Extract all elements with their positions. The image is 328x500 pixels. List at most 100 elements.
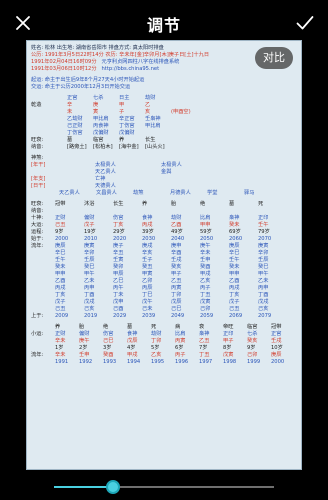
liunian-row-cell: 戊寅 — [200, 299, 211, 305]
compare-button[interactable]: 对比 — [255, 47, 293, 69]
luck-nayin-row: 纳音: — [31, 208, 297, 215]
liunian-row-cell: 己未 — [142, 306, 153, 312]
xiaoyun-age-row: 1岁 2岁 3岁 4岁 5岁 6岁 7岁 8岁 9岁 10岁 — [31, 345, 297, 352]
luck-age-row: 运程: 9岁 19岁 29岁 39岁 49岁 59岁 69岁 79岁 — [31, 229, 297, 236]
liunian-row-cell: 丁亥 — [55, 292, 66, 298]
liunian2-gz-row-cell: 甲戌 — [127, 352, 138, 358]
liunian-row-cell: 癸卯 — [113, 264, 124, 270]
liunian-row-cell: 辛卯 — [84, 250, 95, 256]
slider-thumb[interactable] — [106, 480, 121, 494]
gan-cell: 辛 — [67, 102, 73, 108]
qiyun-line: 起运: 命主于出生后9年8个月27天4小时开始起运 — [31, 77, 145, 83]
xiaoyun-gz-row-cell: 庚午 — [79, 338, 90, 344]
shishen-row-cell: 日主 — [119, 95, 130, 101]
liunian2-year-row-cell: 1996 — [175, 359, 189, 365]
liunian2-gz-row-cell: 乙亥 — [151, 352, 162, 358]
liunian-row-cell: 乙卯 — [142, 278, 153, 284]
liunian-row-cell: 丙戌 — [229, 285, 240, 291]
liunian-row-cell: 丁丑 — [200, 292, 211, 298]
xiaoyun-ss-row-cell: 伤官 — [103, 331, 114, 337]
liunian-row-cell: 甲午 — [258, 271, 269, 277]
luck-shishen-row-cell: 比肩 — [200, 215, 211, 221]
luck-age-row-cell: 19岁 — [84, 229, 96, 235]
image-preview[interactable]: 姓名: 松林 出生地: 湖南省岳阳市 排盘方式: 真太阳时排盘 公历: 1991… — [26, 40, 302, 470]
adjust-slider[interactable] — [54, 480, 274, 494]
zhi-cell: 寅 — [93, 109, 99, 115]
luck-wangshuai-row-cell: 绝 — [200, 201, 206, 207]
liunian-row-cell: 癸未 — [229, 264, 240, 270]
liunian2-year-row-cell: 1999 — [247, 359, 261, 365]
zhi-row: 未 寅 子 亥 (申酉空) — [31, 109, 297, 116]
liunian-row-cell: 辛巳 — [55, 250, 66, 256]
liunian-row-cell: 癸丑 — [142, 264, 153, 270]
luck-shishen-row-cell: 食神 — [142, 215, 153, 221]
xiaoyun-ws-row-cell: 帝旺 — [223, 324, 234, 330]
qiankun-label: 乾造 — [31, 102, 42, 108]
gan-cell: 庚 — [93, 102, 99, 108]
xiaoyun-gz-row-cell: 戊辰 — [127, 338, 138, 344]
luck-shishen-row-cell: 劫财 — [171, 215, 182, 221]
liunian2-gz-row-cell: 壬申 — [79, 352, 90, 358]
luck-start-row-cell: 2010 — [84, 236, 98, 242]
luck-dayun-row-cell: 丙戌 — [142, 222, 153, 228]
luck-start-row-label: 始于: — [31, 236, 44, 242]
xiaoyun-gz-row-cell: 癸亥 — [247, 338, 258, 344]
xiaoyun-age-row-cell: 10岁 — [271, 345, 283, 351]
luck-end-row-cell: 2009 — [55, 313, 69, 319]
luck-wangshuai-row-cell: 胎 — [171, 201, 177, 207]
xiaoyun-ss-row-cell: 七杀 — [247, 331, 258, 337]
gan-cell: 乙 — [145, 102, 151, 108]
xiaoyun-ws-row-cell: 绝 — [103, 324, 109, 330]
liunian-row-cell: 庚寅 — [84, 243, 95, 249]
liunian-row-cell: 戊戌 — [258, 299, 269, 305]
liunian-row-cell: 辛巳 — [229, 250, 240, 256]
shishen-row: 正官 七杀 日主 劫财 — [31, 95, 297, 102]
xiaoyun-gz-row-cell: 己巳 — [103, 338, 114, 344]
luck-wangshuai-row-cell: 沐浴 — [84, 201, 95, 207]
liunian-row-cell: 癸酉 — [200, 264, 211, 270]
liunian-row: 壬午 壬辰 壬寅 壬子 壬戌 壬申 壬午 壬辰 — [31, 257, 297, 264]
luck-start-row-cell: 2000 — [55, 236, 69, 242]
bazi-chart-document: 姓名: 松林 出生地: 湖南省岳阳市 排盘方式: 真太阳时排盘 公历: 1991… — [31, 45, 297, 366]
shensha-row-3: [年支] 亡神 — [31, 176, 297, 183]
xiaoyun-ws-row: 养 胎 绝 墓 死 病 衰 帝旺 临官 冠带 — [31, 324, 297, 331]
xiaoyun-ss-row-cell: 食神 — [127, 331, 138, 337]
luck-end-row-cell: 2019 — [84, 313, 98, 319]
cang-row-3: 丁伤官 戊偏财 戊偏财 — [31, 130, 297, 137]
luck-wangshuai-row: 旺衰: 冠带 沐浴 长生 养 胎 绝 墓 死 — [31, 201, 297, 208]
site-url: http://bbs.china95.net — [101, 66, 160, 72]
xiaoyun-gz-row-cell: 乙丑 — [199, 338, 210, 344]
luck-start-row: 始于: 2000 2010 2020 2030 2040 2050 2060 2070 — [31, 236, 297, 243]
shishen-row-cell: 劫财 — [145, 95, 156, 101]
cang-row-2-cell: 丙食神 — [93, 123, 109, 129]
liunian-row-cell: 壬辰 — [258, 257, 269, 263]
luck-age-row-label: 运程: — [31, 229, 44, 235]
cang-row-3-cell: 戊偏财 — [119, 130, 135, 136]
liunian-row-cell: 己亥 — [258, 306, 269, 312]
liunian-row-cell: 癸未 — [55, 264, 66, 270]
liunian-row-cell: 庚子 — [113, 243, 124, 249]
liunian2-gz-row: 流年: 辛未 壬申 癸酉 甲戌 乙亥 丙子 丁丑 戊寅 己卯 庚辰 — [31, 352, 297, 359]
shensha-item: 学堂 — [207, 190, 218, 196]
liunian-row-cell: 乙未 — [258, 278, 269, 284]
liunian2-year-row-cell: 2000 — [271, 359, 285, 365]
shensha-item: 金舆 — [161, 169, 172, 175]
luck-end-row-cell: 2059 — [200, 313, 214, 319]
shensha-item: 月德贵人 — [170, 190, 191, 196]
wangshuai-row-cell: 养 — [119, 137, 125, 143]
luck-shishen-row-cell: 正印 — [258, 215, 269, 221]
slider-fill — [54, 486, 114, 488]
shishen-row-cell: 七杀 — [93, 95, 104, 101]
luck-age-row-cell: 69岁 — [229, 229, 241, 235]
liunian-row: 戊子 戊戌 戊申 戊午 戊辰 戊寅 戊子 戊戌 — [31, 299, 297, 306]
confirm-button[interactable] — [292, 10, 318, 36]
liunian-row-cell: 乙丑 — [171, 278, 182, 284]
nianzhi-label: [年支] — [31, 176, 46, 182]
xiaoyun-ss-row-cell: 正印 — [223, 331, 234, 337]
nayin-row: 纳音: [路旁土] [松柏木] [海中金] [山头火] — [31, 144, 297, 151]
luck-end-row-cell: 2069 — [229, 313, 243, 319]
liunian-row-cell: 甲子 — [171, 271, 182, 277]
liunian2-gz-row-cell: 丙子 — [175, 352, 186, 358]
liunian-row-cell: 辛丑 — [113, 250, 124, 256]
liunian-row-cell: 戊辰 — [171, 299, 182, 305]
